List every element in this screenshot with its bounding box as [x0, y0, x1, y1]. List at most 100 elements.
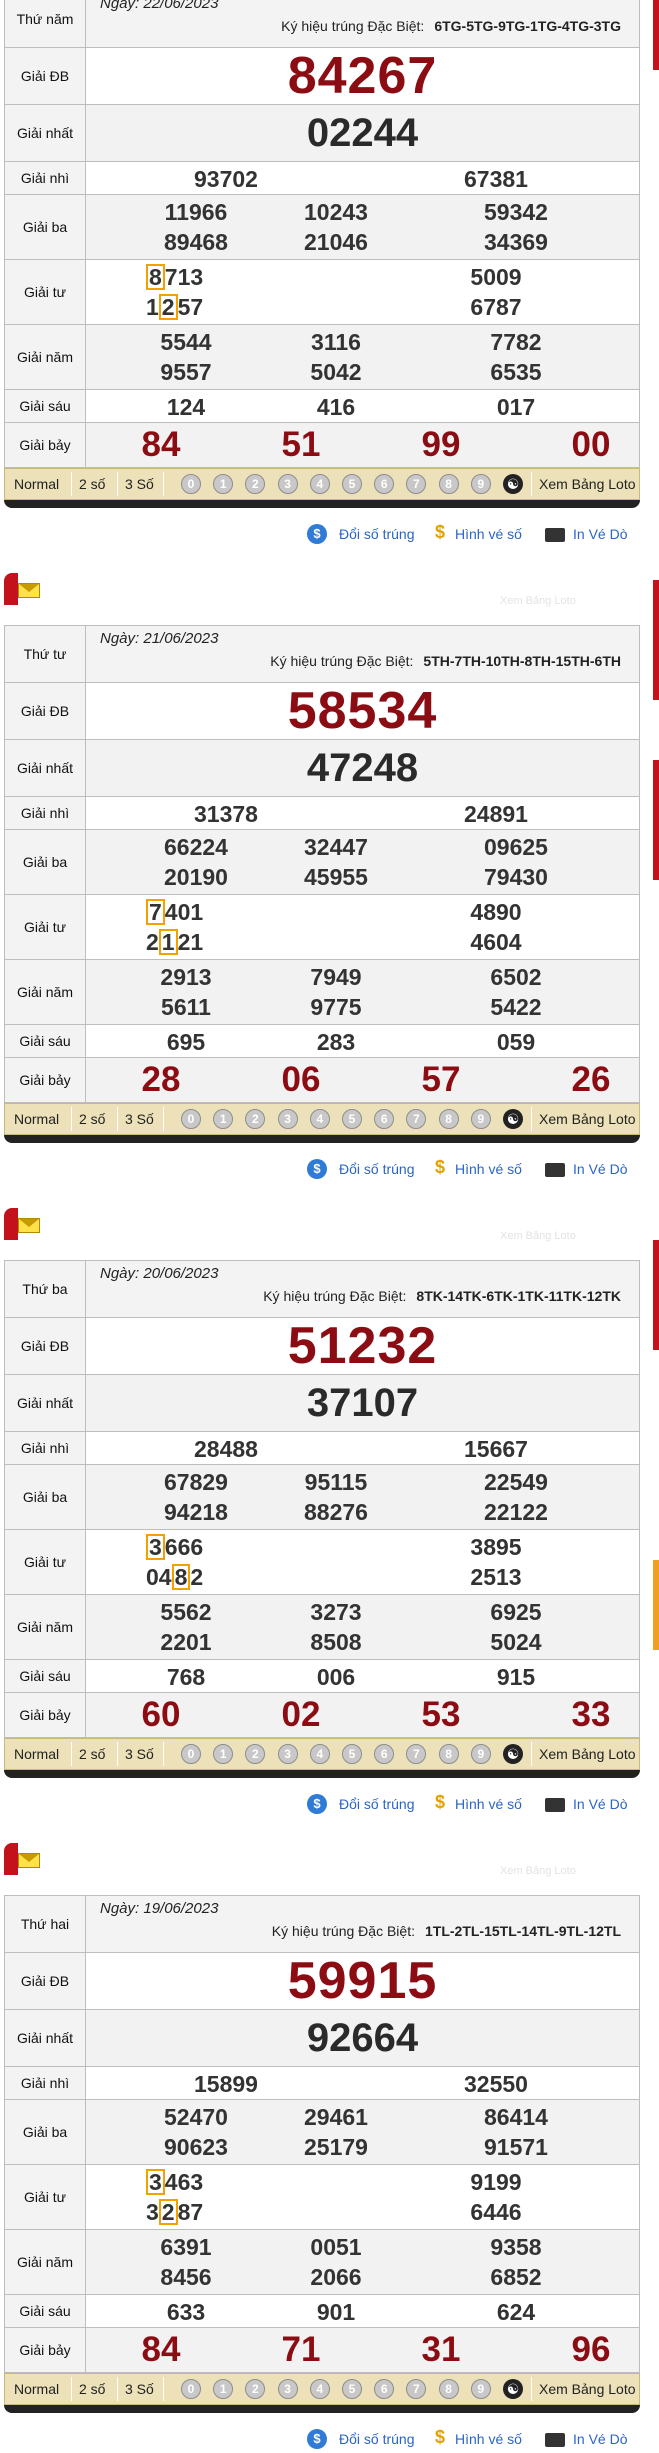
digit-filter-1[interactable]: 1 — [213, 1109, 234, 1129]
digit-filter-6[interactable]: 6 — [374, 1744, 395, 1764]
special-prize-number: 59915 — [287, 1952, 438, 2010]
digit-filter-1[interactable]: 1 — [213, 1744, 234, 1764]
view-loto-table-button[interactable]: Xem Bảng Loto — [539, 469, 636, 499]
ticket-image-link[interactable]: Hình vé số — [455, 526, 522, 542]
digit-filter-7[interactable]: 7 — [406, 1744, 427, 1764]
digit-filter-7[interactable]: 7 — [406, 2379, 427, 2399]
digit-filter-3[interactable]: 3 — [277, 1109, 298, 1129]
yin-yang-icon[interactable]: ☯ — [503, 1109, 523, 1129]
digit-filter-8[interactable]: 8 — [438, 2379, 459, 2399]
digit-filter-0[interactable]: 0 — [181, 1744, 201, 1764]
ticket-image-link[interactable]: Hình vé số — [455, 1161, 522, 1177]
third-prize-number: 52470 — [164, 2104, 228, 2130]
view-loto-table-button[interactable]: Xem Bảng Loto — [539, 2374, 636, 2404]
sixth-prize-number: 059 — [496, 1029, 536, 1055]
digit-filter-8[interactable]: 8 — [438, 474, 459, 494]
fifth-prize-number: 6852 — [490, 2264, 542, 2290]
prize-label-fifth: Giải năm — [4, 324, 86, 390]
digit-filter-8[interactable]: 8 — [438, 1109, 459, 1129]
sidebar-ad-strip — [653, 1560, 659, 1650]
ticket-image-link[interactable]: Hình vé số — [455, 2431, 522, 2447]
digit-filter-7[interactable]: 7 — [406, 1109, 427, 1129]
check-ticket-icon: $ — [307, 2429, 327, 2449]
view-loto-table-button[interactable]: Xem Bảng Loto — [539, 1739, 636, 1769]
check-ticket-link[interactable]: Đổi số trúng — [339, 1161, 414, 1177]
sixth-prize-number: 124 — [166, 394, 206, 420]
digit-filter-4[interactable]: 4 — [309, 2379, 330, 2399]
digit-filter-4[interactable]: 4 — [309, 1109, 330, 1129]
digit-filter-4[interactable]: 4 — [309, 1744, 330, 1764]
fifth-prize-number: 5024 — [490, 1629, 542, 1655]
three-digit-button[interactable]: 3 Số — [125, 1104, 154, 1134]
third-prize-number: 32447 — [304, 834, 368, 860]
three-digit-button[interactable]: 3 Số — [125, 469, 154, 499]
digit-filter-0[interactable]: 0 — [181, 2379, 201, 2399]
digit-filter-2[interactable]: 2 — [245, 1744, 266, 1764]
check-ticket-link[interactable]: Đổi số trúng — [339, 526, 414, 542]
digit-filter-9[interactable]: 9 — [470, 1744, 491, 1764]
sixth-prize-number: 624 — [496, 2299, 536, 2325]
digit-filter-1[interactable]: 1 — [213, 2379, 234, 2399]
digit-filter-7[interactable]: 7 — [406, 474, 427, 494]
prize-values-first: 02244 — [85, 104, 640, 162]
digit-filter-9[interactable]: 9 — [470, 474, 491, 494]
print-ticket-link[interactable]: In Vé Dò — [573, 2431, 627, 2447]
seventh-prize-number: 06 — [281, 1060, 321, 1099]
normal-view-button[interactable]: Normal — [14, 1739, 59, 1769]
digit-filter-5[interactable]: 5 — [342, 474, 362, 494]
digit-filter-0[interactable]: 0 — [181, 474, 201, 494]
prize-label-seventh: Giải bảy — [4, 1057, 86, 1103]
first-prize-number: 37107 — [306, 1381, 419, 1425]
fifth-prize-number: 6502 — [490, 964, 542, 990]
third-prize-number: 29461 — [304, 2104, 368, 2130]
mail-tab-icon[interactable] — [4, 573, 40, 605]
highlight-digit: 8 — [146, 264, 165, 290]
normal-view-button[interactable]: Normal — [14, 2374, 59, 2404]
digit-filter-6[interactable]: 6 — [374, 474, 395, 494]
yin-yang-icon[interactable]: ☯ — [503, 474, 523, 494]
digit-filter-5[interactable]: 5 — [342, 2379, 362, 2399]
digit-filter-5[interactable]: 5 — [342, 1109, 362, 1129]
print-ticket-link[interactable]: In Vé Dò — [573, 1161, 627, 1177]
print-ticket-link[interactable]: In Vé Dò — [573, 1796, 627, 1812]
normal-view-button[interactable]: Normal — [14, 469, 59, 499]
two-digit-button[interactable]: 2 số — [79, 469, 105, 499]
prize-values-third: 11966 10243 59342 89468 21046 34369 — [85, 194, 640, 260]
check-ticket-link[interactable]: Đổi số trúng — [339, 2431, 414, 2447]
digit-filter-3[interactable]: 3 — [277, 1744, 298, 1764]
two-digit-button[interactable]: 2 số — [79, 1104, 105, 1134]
yin-yang-icon[interactable]: ☯ — [503, 1744, 523, 1764]
mail-tab-icon[interactable] — [4, 1843, 40, 1875]
mail-tab-icon[interactable] — [4, 1208, 40, 1240]
digit-filter-9[interactable]: 9 — [470, 1109, 491, 1129]
view-loto-table-button[interactable]: Xem Bảng Loto — [539, 1104, 636, 1134]
digit-filter-1[interactable]: 1 — [213, 474, 234, 494]
digit-filter-5[interactable]: 5 — [342, 1744, 362, 1764]
yin-yang-icon[interactable]: ☯ — [503, 2379, 523, 2399]
print-ticket-link[interactable]: In Vé Dò — [573, 526, 627, 542]
two-digit-button[interactable]: 2 số — [79, 2374, 105, 2404]
digit-filter-3[interactable]: 3 — [277, 474, 298, 494]
check-ticket-link[interactable]: Đổi số trúng — [339, 1796, 414, 1812]
digit-filter-8[interactable]: 8 — [438, 1744, 459, 1764]
digit-filter-3[interactable]: 3 — [277, 2379, 298, 2399]
ticket-image-link[interactable]: Hình vé số — [455, 1796, 522, 1812]
normal-view-button[interactable]: Normal — [14, 1104, 59, 1134]
second-prize-number: 32550 — [464, 2071, 528, 2097]
two-digit-button[interactable]: 2 số — [79, 1739, 105, 1769]
three-digit-button[interactable]: 3 Số — [125, 2374, 154, 2404]
digit-filter-9[interactable]: 9 — [470, 2379, 491, 2399]
digit-filter-4[interactable]: 4 — [309, 474, 330, 494]
seventh-prize-number: 51 — [281, 425, 321, 464]
digit-filter-6[interactable]: 6 — [374, 2379, 395, 2399]
digit-filter-2[interactable]: 2 — [245, 474, 266, 494]
third-prize-number: 89468 — [164, 229, 228, 255]
digit-filter-0[interactable]: 0 — [181, 1109, 201, 1129]
digit-filter-2[interactable]: 2 — [245, 2379, 266, 2399]
digit-filter-2[interactable]: 2 — [245, 1109, 266, 1129]
seventh-prize-number: 99 — [421, 425, 461, 464]
three-digit-button[interactable]: 3 Số — [125, 1739, 154, 1769]
digit-filter-6[interactable]: 6 — [374, 1109, 395, 1129]
prize-values-seventh: 60 02 53 33 — [85, 1692, 640, 1738]
weekday-cell: Thứ hai — [4, 1895, 86, 1953]
